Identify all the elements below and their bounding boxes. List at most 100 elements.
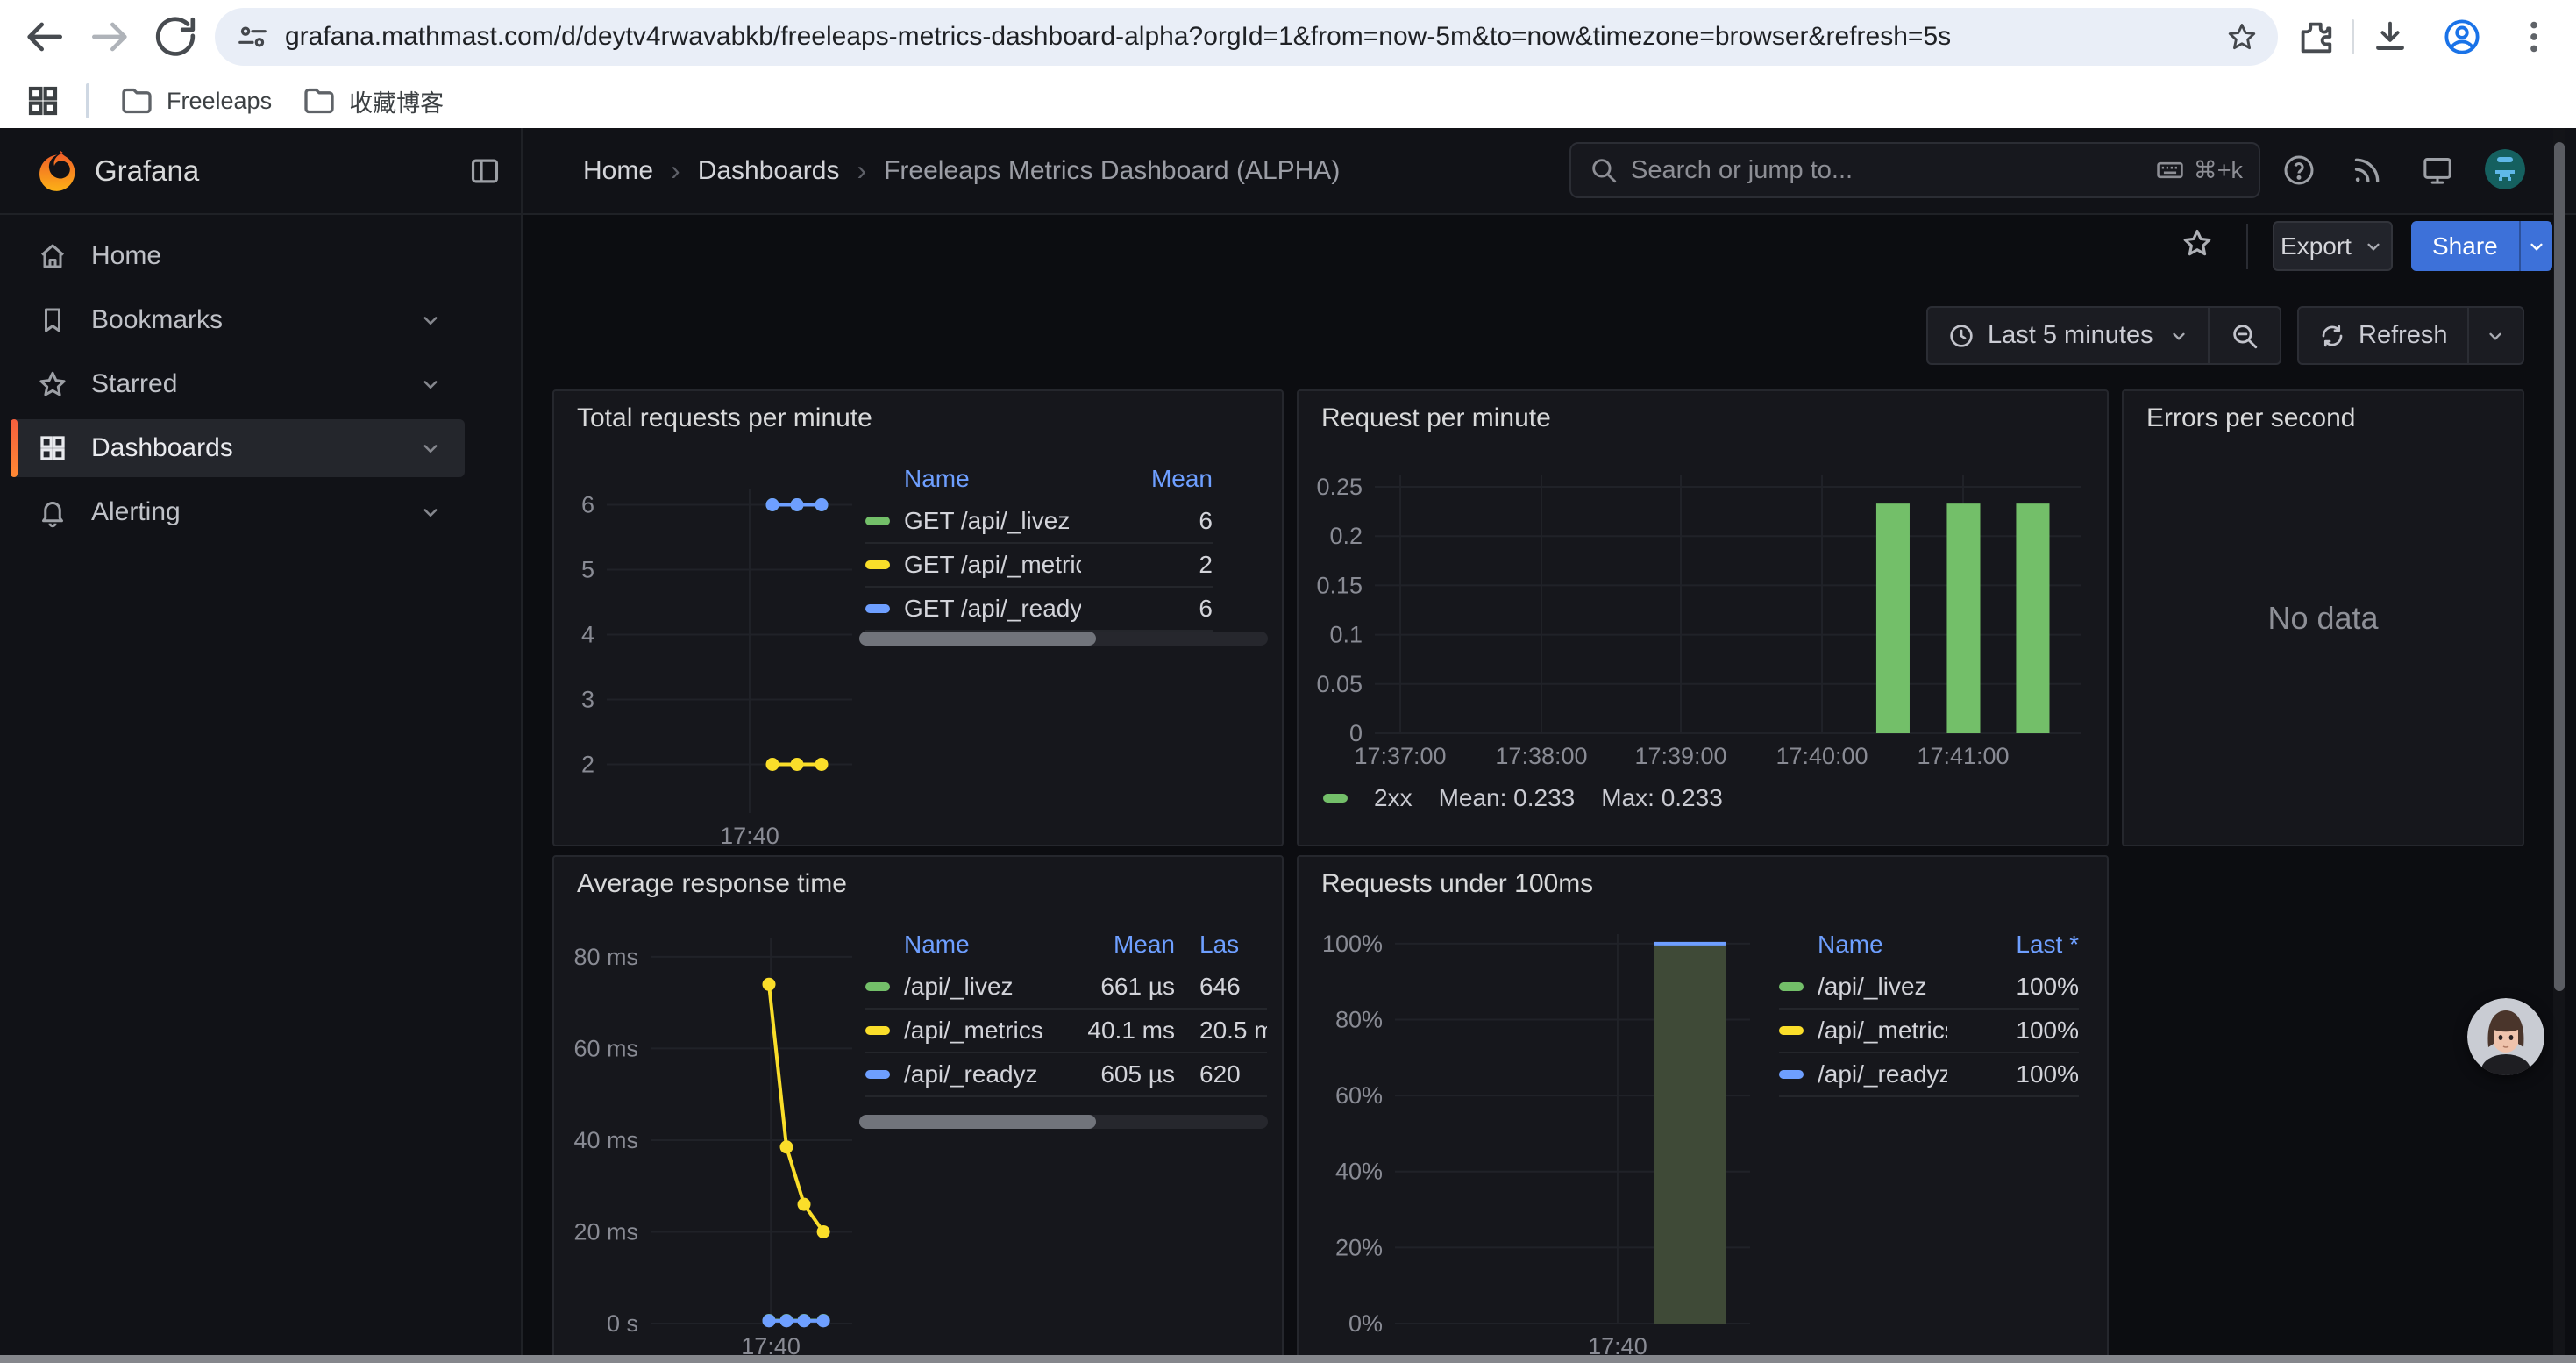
- legend-table: NameMean GET /api/_livez6GET /api/_metric…: [865, 458, 1213, 632]
- header-divider: [521, 128, 523, 213]
- legend-row[interactable]: GET /api/_livez6: [865, 500, 1213, 544]
- news-rss-icon[interactable]: [2350, 153, 2385, 188]
- grafana-logo[interactable]: [35, 147, 82, 195]
- sidebar-item-alerting[interactable]: Alerting: [11, 483, 465, 541]
- legend-row[interactable]: /api/_metrics100%: [1779, 1010, 2079, 1053]
- refresh-interval-chevron[interactable]: [2469, 325, 2523, 347]
- back-icon[interactable]: [19, 12, 68, 61]
- svg-text:17:39:00: 17:39:00: [1634, 743, 1726, 769]
- sidebar-item-home[interactable]: Home: [11, 227, 465, 285]
- legend-color-pill: [865, 1026, 890, 1035]
- share-button[interactable]: Share: [2411, 221, 2519, 271]
- legend-row[interactable]: /api/_readyz100%: [1779, 1053, 2079, 1097]
- legend-value: 100%: [1947, 973, 2079, 1001]
- legend-scrollbar-thumb[interactable]: [859, 1115, 1096, 1129]
- legend-column-header[interactable]: Mean: [1043, 931, 1175, 959]
- legend-column-header[interactable]: Las: [1199, 931, 1267, 959]
- breadcrumb-separator: ›: [671, 154, 680, 187]
- svg-text:6: 6: [581, 492, 594, 518]
- sidebar-item-dashboards[interactable]: Dashboards: [11, 419, 465, 477]
- legend-row[interactable]: /api/_livez661 µs646: [865, 966, 1267, 1010]
- chevron-down-icon[interactable]: [417, 371, 444, 397]
- downloads-icon[interactable]: [2370, 17, 2410, 57]
- user-avatar[interactable]: [2485, 149, 2525, 189]
- url-bar[interactable]: [215, 8, 2278, 66]
- brand-name[interactable]: Grafana: [95, 128, 199, 213]
- bookmark-folder-blogs[interactable]: 收藏博客: [302, 83, 444, 118]
- dashboards-icon: [37, 432, 68, 464]
- svg-text:0.2: 0.2: [1329, 523, 1363, 549]
- extensions-icon[interactable]: [2295, 17, 2336, 57]
- sidebar-item-bookmarks[interactable]: Bookmarks: [11, 291, 465, 349]
- svg-text:0 s: 0 s: [607, 1310, 638, 1337]
- legend-color-pill: [865, 517, 890, 525]
- legend-color-pill: [865, 604, 890, 613]
- assistant-avatar-widget[interactable]: [2467, 998, 2544, 1075]
- breadcrumb-home[interactable]: Home: [583, 156, 653, 186]
- chevron-down-icon[interactable]: [2167, 325, 2190, 347]
- chevron-down-icon[interactable]: [417, 435, 444, 461]
- sidebar-item-label: Alerting: [91, 497, 181, 527]
- svg-text:5: 5: [581, 557, 594, 583]
- site-settings-icon[interactable]: [236, 20, 269, 54]
- sidebar-item-starred[interactable]: Starred: [11, 355, 465, 413]
- legend-item[interactable]: 2xx: [1374, 784, 1413, 812]
- breadcrumb-dashboards[interactable]: Dashboards: [698, 156, 840, 186]
- horizontal-scrollbar[interactable]: [0, 1355, 2576, 1363]
- chart-legend[interactable]: 2xx Mean: 0.233 Max: 0.233: [1323, 784, 1723, 812]
- legend-column-header[interactable]: Name: [1779, 931, 1947, 959]
- apps-grid-icon[interactable]: [25, 82, 61, 119]
- panel-request-per-minute: Request per minute 17:37:0017:38:0017:39…: [1297, 389, 2109, 846]
- favorite-star-icon[interactable]: [2181, 226, 2214, 260]
- legend-scrollbar[interactable]: [859, 1115, 1268, 1129]
- url-input[interactable]: [283, 21, 2225, 53]
- chevron-down-icon[interactable]: [417, 499, 444, 525]
- legend-row[interactable]: GET /api/_readyz6: [865, 588, 1213, 632]
- svg-text:40%: 40%: [1335, 1159, 1383, 1185]
- legend-row[interactable]: /api/_readyz605 µs620: [865, 1053, 1267, 1097]
- export-button[interactable]: Export: [2273, 221, 2393, 271]
- refresh-button[interactable]: Refresh: [2359, 321, 2448, 350]
- svg-text:17:38:00: 17:38:00: [1495, 743, 1587, 769]
- bookmarks-divider: [86, 83, 89, 118]
- sidebar-item-label: Starred: [91, 369, 177, 399]
- scrollbar-thumb[interactable]: [2554, 142, 2565, 991]
- breadcrumb: Home › Dashboards › Freeleaps Metrics Da…: [583, 128, 1340, 213]
- zoom-out-button[interactable]: [2210, 321, 2280, 351]
- legend-row[interactable]: /api/_metrics40.1 ms20.5 m: [865, 1010, 1267, 1053]
- search-input[interactable]: [1629, 155, 2155, 186]
- legend-scrollbar-thumb[interactable]: [859, 632, 1096, 646]
- legend-column-header[interactable]: Name: [865, 465, 1081, 493]
- profile-icon[interactable]: [2442, 17, 2482, 57]
- legend-column-header[interactable]: Mean: [1081, 465, 1213, 493]
- legend-item[interactable]: Mean: 0.233: [1439, 784, 1576, 812]
- star-icon: [37, 368, 68, 400]
- forward-icon[interactable]: [86, 12, 135, 61]
- reload-icon[interactable]: [151, 12, 200, 61]
- sidebar-toggle-icon[interactable]: [468, 154, 502, 188]
- time-range-label[interactable]: Last 5 minutes: [1988, 321, 2153, 350]
- page-scrollbar[interactable]: [2553, 128, 2565, 1363]
- svg-text:0.1: 0.1: [1329, 622, 1363, 648]
- legend-column-header[interactable]: Last *: [1947, 931, 2079, 959]
- help-icon[interactable]: [2281, 153, 2316, 188]
- legend-scrollbar[interactable]: [859, 632, 1268, 646]
- legend-value: 605 µs: [1043, 1060, 1175, 1088]
- panel-viz: 17:4080 ms60 ms40 ms20 ms0 sNameMeanLas/…: [554, 857, 1282, 1363]
- legend-color-pill: [865, 560, 890, 569]
- kiosk-monitor-icon[interactable]: [2420, 153, 2455, 188]
- legend-column-header[interactable]: Name: [865, 931, 1043, 959]
- legend-color-pill: [1779, 982, 1804, 991]
- bookmark-star-icon[interactable]: [2225, 20, 2259, 54]
- bookmark-folder-freeleaps[interactable]: Freeleaps: [119, 83, 272, 118]
- legend-series-name: /api/_readyz: [904, 1060, 1038, 1088]
- search-box[interactable]: ⌘+k: [1569, 142, 2260, 198]
- share-menu-chevron[interactable]: [2519, 221, 2552, 271]
- legend-item[interactable]: Max: 0.233: [1601, 784, 1723, 812]
- legend-row[interactable]: GET /api/_metrics2: [865, 544, 1213, 588]
- legend-row[interactable]: /api/_livez100%: [1779, 966, 2079, 1010]
- svg-text:17:41:00: 17:41:00: [1917, 743, 2009, 769]
- menu-kebab-icon[interactable]: [2514, 17, 2554, 57]
- chevron-down-icon[interactable]: [417, 307, 444, 333]
- sidebar: Home Bookmarks Starred Dashboards: [0, 215, 523, 1363]
